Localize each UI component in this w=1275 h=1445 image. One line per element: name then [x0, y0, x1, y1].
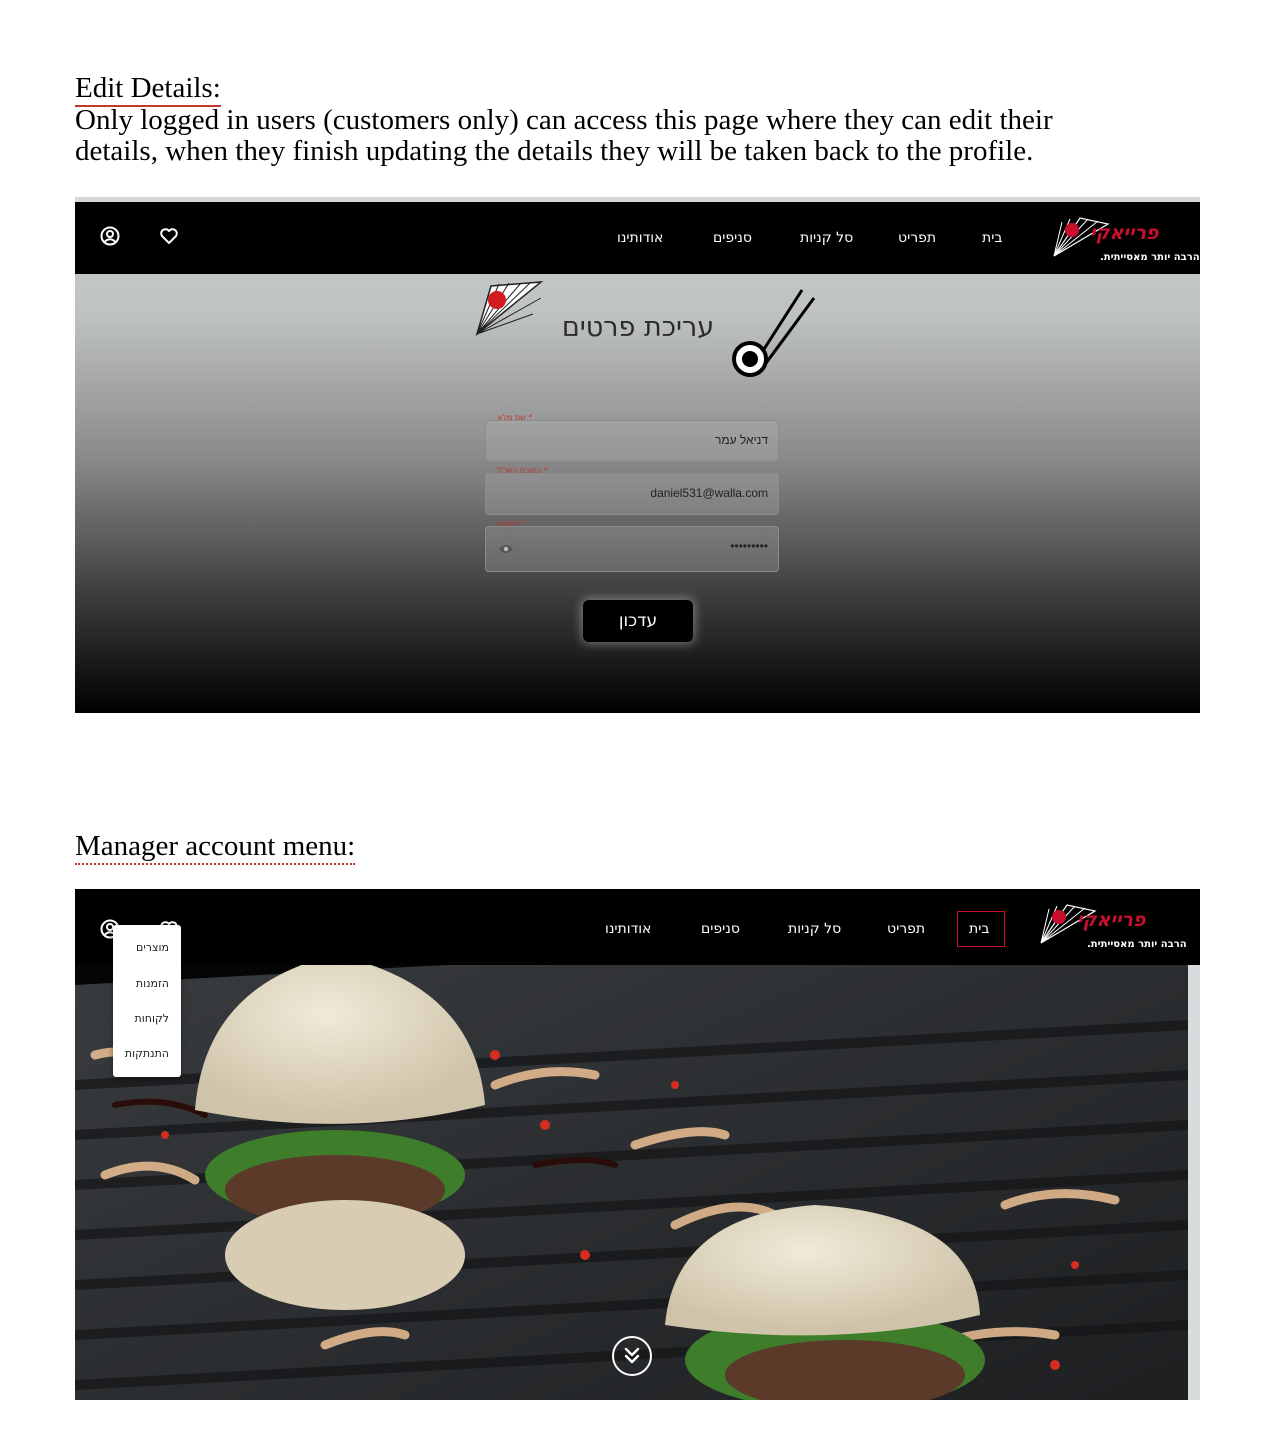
menu-item-orders[interactable]: הזמנות: [136, 977, 169, 990]
menu-item-products[interactable]: מוצרים: [136, 941, 169, 954]
fan-decoration-icon: [475, 281, 544, 337]
brand-logo[interactable]: פרייאקי הרבה יותר מאסייתית.: [1037, 897, 1187, 957]
scroll-down-button[interactable]: [612, 1336, 652, 1376]
navbar: פרייאקי הרבה יותר מאסייתית. בית תפריט סל…: [75, 202, 1200, 274]
nav-about[interactable]: אודותינו: [605, 921, 651, 937]
nav-branches[interactable]: סניפים: [701, 921, 740, 937]
password-field[interactable]: * סיסמא •••••••••: [485, 519, 779, 572]
nav-menu[interactable]: תפריט: [887, 921, 925, 937]
account-dropdown-menu: מוצרים הזמנות לקוחות התנתקות: [113, 925, 181, 1077]
chopsticks-sushi-icon: [732, 289, 816, 377]
nav-home[interactable]: בית: [969, 921, 989, 937]
menu-item-customers[interactable]: לקוחות: [135, 1012, 169, 1025]
page-title: עריכת פרטים: [561, 312, 715, 343]
eye-icon[interactable]: [498, 543, 514, 555]
nav-branches[interactable]: סניפים: [713, 230, 752, 246]
manager-menu-screenshot: פרייאקי הרבה יותר מאסייתית. בית תפריט סל…: [75, 889, 1200, 1400]
section-heading-manager-menu: Manager account menu:: [75, 830, 356, 865]
edit-details-screenshot: פרייאקי הרבה יותר מאסייתית. בית תפריט סל…: [75, 197, 1200, 713]
section-heading-edit-details: Edit Details:: [75, 72, 221, 107]
nav-cart[interactable]: סל קניות: [788, 921, 841, 937]
update-button[interactable]: עדכון: [583, 600, 693, 642]
nav-menu[interactable]: תפריט: [898, 230, 936, 246]
nav-about[interactable]: אודותינו: [617, 230, 663, 246]
nav-home[interactable]: בית: [982, 230, 1002, 246]
menu-item-logout[interactable]: התנתקות: [125, 1047, 169, 1060]
double-chevron-down-icon: [624, 1347, 640, 1364]
email-field[interactable]: * כתובת דוא"ל daniel531@walla.com: [485, 466, 779, 515]
nav-cart[interactable]: סל קניות: [800, 230, 853, 246]
brand-logo[interactable]: פרייאקי הרבה יותר מאסייתית.: [1050, 210, 1200, 270]
user-account-icon[interactable]: [100, 226, 120, 250]
section-paragraph: Only logged in users (customers only) ca…: [75, 104, 1053, 167]
full-name-field[interactable]: * שם מלא דניאל עמר: [485, 413, 779, 462]
hero-food-image: [75, 965, 1188, 1400]
navbar: פרייאקי הרבה יותר מאסייתית. בית תפריט סל…: [75, 889, 1200, 965]
heart-icon[interactable]: [159, 226, 179, 250]
